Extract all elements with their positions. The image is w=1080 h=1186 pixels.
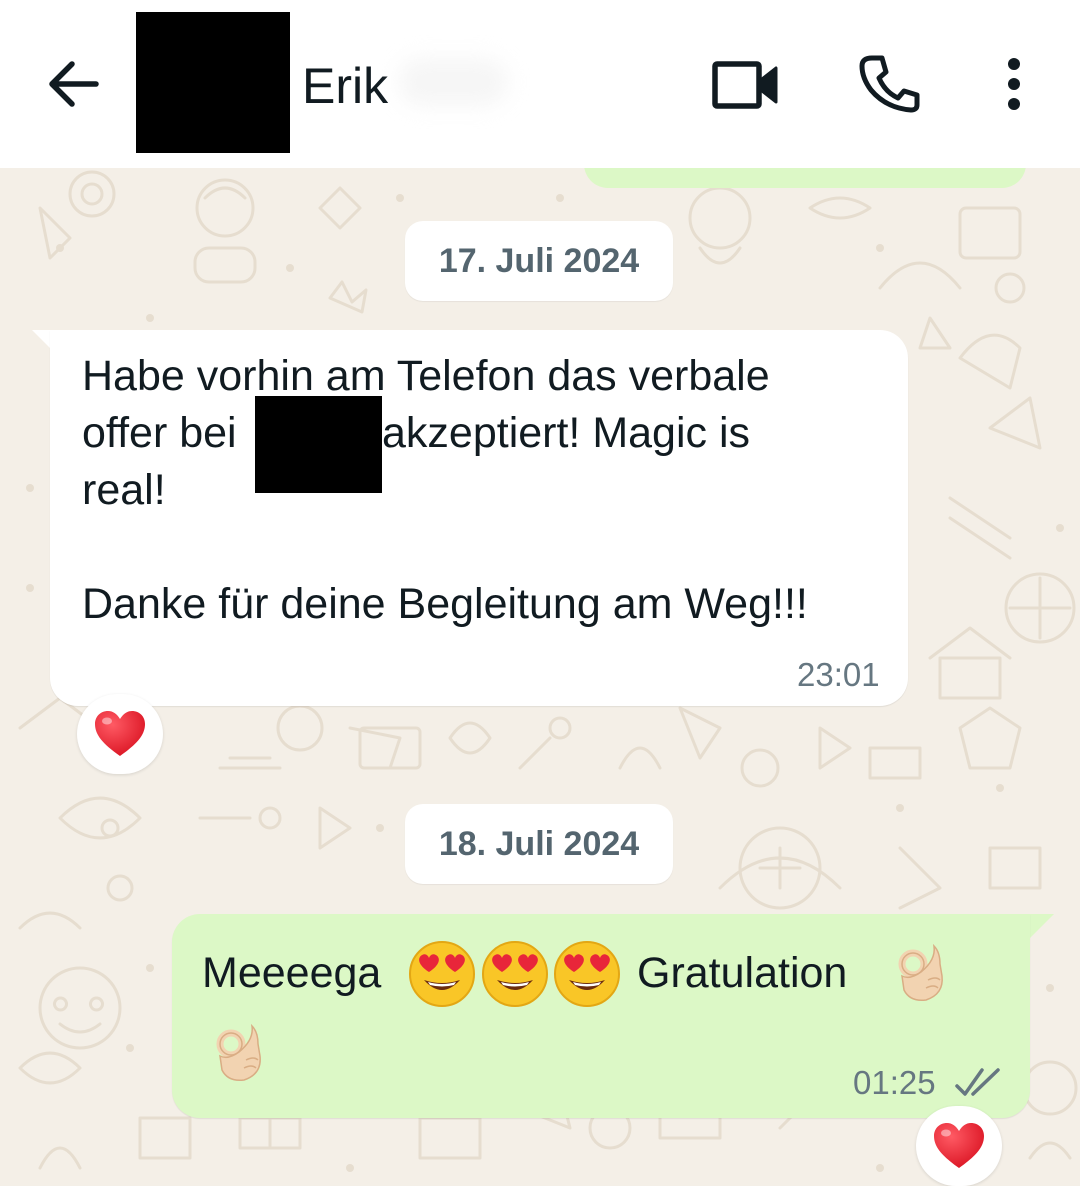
video-call-button[interactable] xyxy=(706,52,784,116)
contact-status-blur xyxy=(398,58,508,106)
reaction-badge[interactable] xyxy=(77,694,163,774)
heart-eyes-emoji-icon xyxy=(554,941,620,1007)
heart-eyes-emoji-icon xyxy=(409,941,475,1007)
read-receipt-icon xyxy=(955,1068,1000,1096)
arrow-left-icon xyxy=(49,61,99,107)
ok-hand-emoji-icon xyxy=(898,943,943,1002)
heart-icon xyxy=(934,1123,984,1168)
date-separator: 18. Juli 2024 xyxy=(405,804,673,884)
redaction-box xyxy=(255,396,382,493)
message-line: akzeptiert! Magic is xyxy=(382,409,751,457)
message-text: Gratulation xyxy=(637,949,848,997)
message-timestamp: 01:25 xyxy=(853,1064,936,1101)
outgoing-bubble-tail xyxy=(1030,914,1054,938)
more-vertical-icon xyxy=(1008,58,1020,110)
more-options-button[interactable] xyxy=(996,52,1032,116)
heart-eyes-emoji-icon xyxy=(482,941,548,1007)
avatar[interactable] xyxy=(136,12,290,153)
chat-screen: Erik 17. Juli 2024 Habe vorhin am Telefo… xyxy=(0,0,1080,1186)
message-timestamp: 23:01 xyxy=(797,656,880,693)
voice-call-button[interactable] xyxy=(856,52,922,116)
phone-icon xyxy=(859,55,920,113)
message-line: Habe vorhin am Telefon das verbale xyxy=(82,352,770,400)
back-button[interactable] xyxy=(40,54,106,114)
video-camera-icon xyxy=(712,61,778,109)
ok-hand-emoji-icon xyxy=(216,1023,261,1082)
date-separator: 17. Juli 2024 xyxy=(405,221,673,301)
contact-name[interactable]: Erik xyxy=(302,58,388,114)
message-line: real! xyxy=(82,466,166,514)
message-text: Meeeega xyxy=(202,949,382,997)
heart-icon xyxy=(95,711,145,756)
reaction-badge[interactable] xyxy=(916,1106,1002,1186)
chat-header: Erik xyxy=(0,0,1080,168)
message-line: offer bei xyxy=(82,409,237,457)
message-line: Danke für deine Begleitung am Weg!!! xyxy=(82,580,808,628)
